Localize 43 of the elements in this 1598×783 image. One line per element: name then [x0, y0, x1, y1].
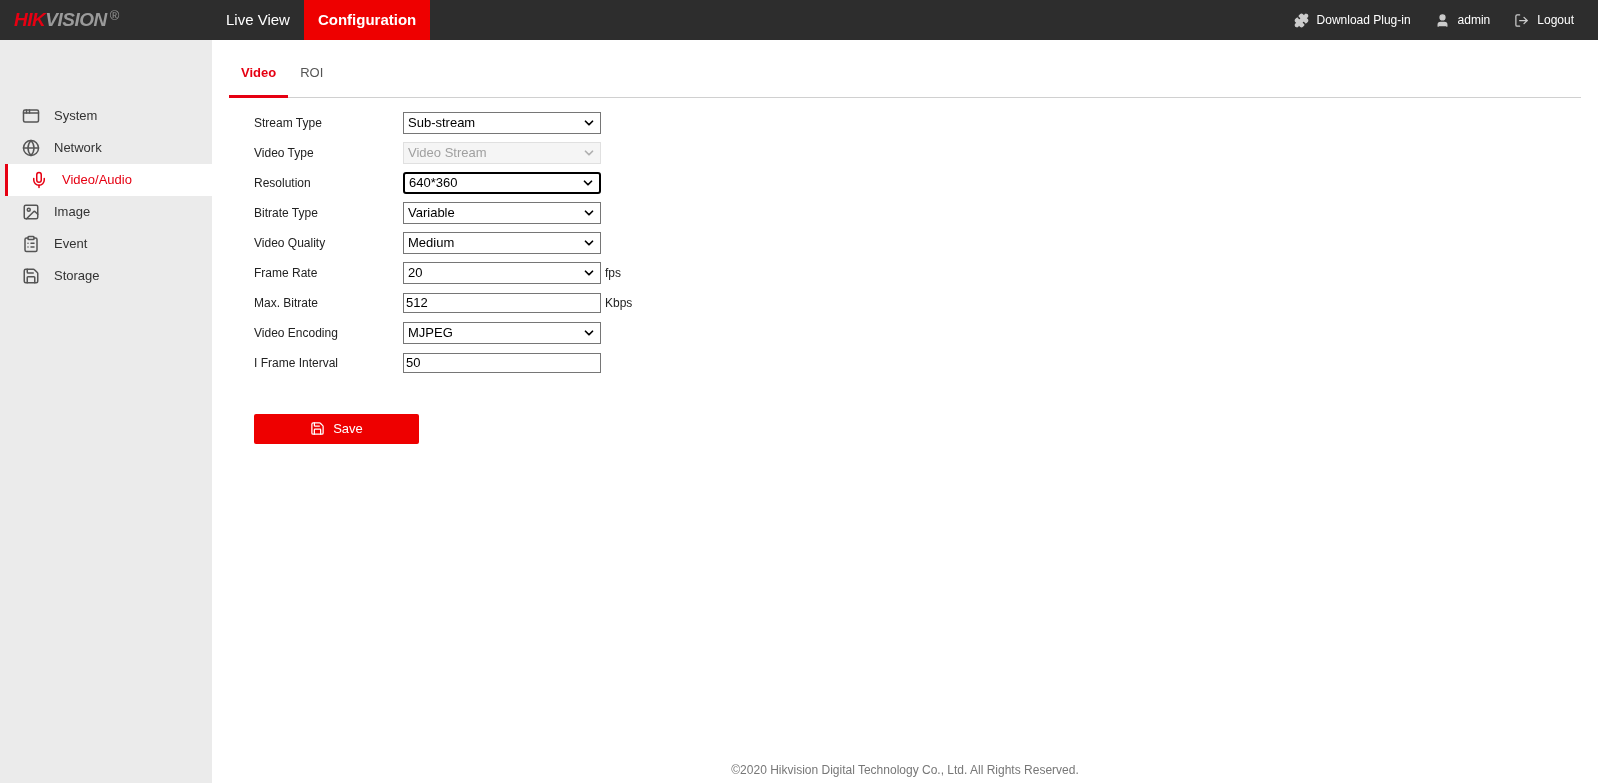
clipboard-icon	[22, 235, 40, 253]
dropdown[interactable]: Medium	[403, 231, 601, 254]
copyright-text: ©2020 Hikvision Digital Technology Co., Ltd. All Rights Reserved.	[730, 762, 1080, 779]
field-label: I Frame Interval	[254, 354, 340, 372]
puzzle-icon	[1293, 12, 1309, 28]
unit-label: Kbps	[605, 294, 633, 312]
tab[interactable]: Video	[229, 57, 289, 98]
nav-tab[interactable]: Configuration	[303, 0, 431, 40]
header-link[interactable]: Logout	[1514, 11, 1574, 29]
globe-icon	[22, 139, 40, 157]
image-icon	[22, 203, 40, 221]
input-field[interactable]: 50	[403, 352, 601, 373]
dropdown[interactable]: Variable	[403, 201, 601, 224]
tab[interactable]: ROI	[288, 57, 336, 97]
field-label: Video Type	[254, 144, 315, 162]
logo: HIKVISION®	[13, 6, 120, 32]
microphone-icon	[30, 171, 48, 189]
dropdown[interactable]: 20	[403, 261, 601, 284]
field-label: Video Encoding	[254, 324, 339, 342]
field-label: Resolution	[254, 174, 312, 192]
unit-label: fps	[605, 264, 621, 282]
field-label: Frame Rate	[254, 264, 319, 282]
nav-tab[interactable]: Live View	[212, 0, 304, 40]
field-label: Bitrate Type	[254, 204, 319, 222]
dropdown[interactable]: MJPEG	[403, 321, 601, 344]
sidebar-item[interactable]: Video/Audio	[5, 164, 212, 196]
logout-icon	[1514, 12, 1530, 28]
dropdown[interactable]: Sub-stream	[403, 111, 601, 134]
sidebar-item[interactable]: Network	[0, 132, 212, 164]
field-label: Video Quality	[254, 234, 327, 252]
header-link[interactable]: Download Plug-in	[1293, 11, 1411, 29]
field-label: Stream Type	[254, 114, 323, 132]
window-icon	[22, 107, 40, 125]
sidebar-item[interactable]: Event	[0, 228, 212, 260]
save-button[interactable]: Save	[254, 413, 419, 444]
sidebar-item[interactable]: Image	[0, 196, 212, 228]
user-icon	[1434, 12, 1450, 28]
sidebar-item[interactable]: Storage	[0, 260, 212, 292]
input-field[interactable]: 512	[403, 292, 601, 313]
dropdown[interactable]: 640*360	[403, 171, 601, 194]
sidebar-item[interactable]: System	[0, 100, 212, 132]
field-label: Max. Bitrate	[254, 294, 320, 312]
header-link[interactable]: admin	[1434, 11, 1491, 29]
